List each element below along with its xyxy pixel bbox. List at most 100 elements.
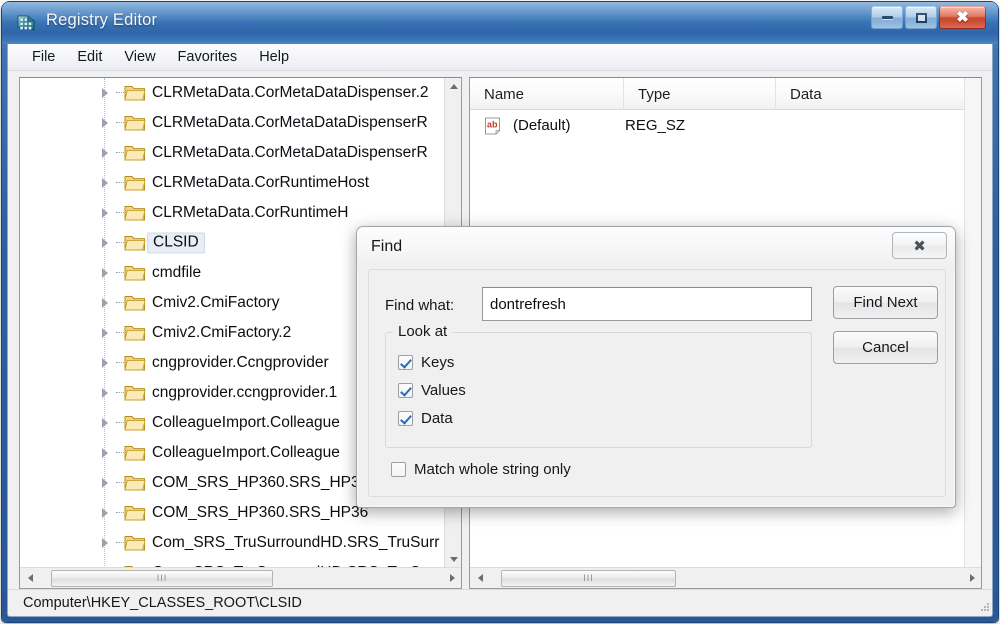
expand-arrow-icon[interactable] bbox=[102, 328, 108, 338]
tree-connector-icon bbox=[116, 452, 124, 453]
scroll-grip-icon: III bbox=[156, 573, 168, 583]
expand-arrow-icon[interactable] bbox=[102, 148, 108, 158]
folder-icon bbox=[124, 233, 146, 252]
expand-arrow-icon[interactable] bbox=[102, 358, 108, 368]
tree-connector-icon bbox=[116, 272, 124, 273]
title-bar[interactable]: Registry Editor ✖ bbox=[2, 2, 998, 44]
table-row[interactable]: ab (Default) REG_SZ bbox=[470, 110, 966, 141]
tree-item-label: CLRMetaData.CorRuntimeHost bbox=[152, 174, 370, 191]
window-title: Registry Editor bbox=[46, 11, 158, 29]
tree-hscroll-track[interactable]: III bbox=[41, 568, 442, 589]
values-column-header: Name Type Data bbox=[470, 78, 981, 110]
expand-arrow-icon[interactable] bbox=[102, 508, 108, 518]
menu-file[interactable]: File bbox=[21, 47, 66, 67]
find-dialog-titlebar[interactable]: Find ✖ bbox=[357, 227, 955, 267]
close-button[interactable]: ✖ bbox=[939, 6, 986, 29]
cancel-button[interactable]: Cancel bbox=[833, 331, 938, 364]
expand-arrow-icon[interactable] bbox=[102, 268, 108, 278]
tree-item-label: CLRMetaData.CorMetaDataDispenserR bbox=[152, 114, 428, 131]
folder-icon bbox=[124, 503, 146, 522]
folder-icon bbox=[124, 533, 146, 552]
tree-scroll-right-button[interactable] bbox=[442, 568, 461, 589]
column-header-data[interactable]: Data bbox=[776, 78, 981, 110]
find-next-label: Find Next bbox=[853, 294, 918, 311]
expand-arrow-icon[interactable] bbox=[102, 418, 108, 428]
tree-hscroll-thumb[interactable]: III bbox=[51, 569, 273, 587]
close-icon: ✖ bbox=[913, 237, 926, 255]
minimize-button[interactable] bbox=[871, 6, 903, 29]
checkbox-match-whole-string[interactable]: Match whole string only bbox=[391, 461, 571, 478]
expand-arrow-icon[interactable] bbox=[102, 118, 108, 128]
tree-scroll-down-button[interactable] bbox=[445, 551, 461, 568]
chevron-up-icon bbox=[449, 84, 458, 89]
menu-help[interactable]: Help bbox=[248, 47, 300, 67]
menu-favorites[interactable]: Favorites bbox=[167, 47, 249, 67]
tree-item[interactable]: Com_SRS_TruSurroundHD.SRS_TruSurr bbox=[20, 528, 446, 558]
tree-item-label: Com_SRS_TruSurroundHD.SRS_TruSurr bbox=[152, 534, 440, 551]
checkbox-match-whole-string-box[interactable] bbox=[391, 462, 406, 477]
resize-grip-icon[interactable] bbox=[978, 601, 990, 613]
find-what-value: dontrefresh bbox=[490, 295, 566, 313]
tree-item-label: ColleagueImport.Colleague bbox=[152, 444, 340, 461]
look-at-legend: Look at bbox=[393, 323, 453, 340]
expand-arrow-icon[interactable] bbox=[102, 208, 108, 218]
checkbox-keys-box[interactable] bbox=[398, 355, 413, 370]
find-dialog-body: Find what: dontrefresh Find Next Cancel … bbox=[368, 269, 946, 497]
checkbox-data[interactable]: Data bbox=[398, 410, 453, 427]
scroll-grip-icon: III bbox=[583, 573, 594, 583]
expand-arrow-icon[interactable] bbox=[102, 388, 108, 398]
checkbox-values-box[interactable] bbox=[398, 383, 413, 398]
find-what-input[interactable]: dontrefresh bbox=[482, 287, 812, 321]
expand-arrow-icon[interactable] bbox=[102, 478, 108, 488]
expand-arrow-icon[interactable] bbox=[102, 238, 108, 248]
expand-arrow-icon[interactable] bbox=[102, 178, 108, 188]
folder-icon bbox=[124, 83, 146, 102]
tree-scroll-left-button[interactable] bbox=[20, 568, 41, 589]
chevron-down-icon bbox=[449, 557, 458, 562]
checkbox-match-whole-string-label: Match whole string only bbox=[414, 461, 571, 478]
tree-scroll-up-button[interactable] bbox=[445, 78, 461, 95]
tree-item[interactable]: CLRMetaData.CorMetaDataDispenserR bbox=[20, 138, 446, 168]
expand-arrow-icon[interactable] bbox=[102, 298, 108, 308]
values-hscroll-track[interactable]: III bbox=[491, 568, 962, 589]
tree-item-label: CLSID bbox=[147, 232, 205, 254]
find-dialog-title: Find bbox=[371, 238, 403, 255]
folder-icon bbox=[124, 323, 146, 342]
folder-icon bbox=[124, 203, 146, 222]
checkbox-keys[interactable]: Keys bbox=[398, 354, 454, 371]
tree-horizontal-scrollbar[interactable]: III bbox=[20, 567, 461, 589]
tree-item-label: cngprovider.Ccngprovider bbox=[152, 354, 329, 371]
menu-edit[interactable]: Edit bbox=[66, 47, 113, 67]
checkbox-values[interactable]: Values bbox=[398, 382, 466, 399]
folder-icon bbox=[124, 443, 146, 462]
chevron-right-icon bbox=[450, 574, 455, 582]
find-next-button[interactable]: Find Next bbox=[833, 286, 938, 319]
column-header-type[interactable]: Type bbox=[624, 78, 776, 110]
expand-arrow-icon[interactable] bbox=[102, 88, 108, 98]
tree-item[interactable]: CLRMetaData.CorRuntimeHost bbox=[20, 168, 446, 198]
client-area: File Edit View Favorites Help CLRMetaDat… bbox=[7, 44, 993, 617]
values-vertical-scrollbar[interactable] bbox=[964, 78, 981, 568]
tree-item[interactable]: CLRMetaData.CorRuntimeH bbox=[20, 198, 446, 228]
values-horizontal-scrollbar[interactable]: III bbox=[470, 567, 981, 589]
values-scroll-left-button[interactable] bbox=[470, 568, 491, 589]
find-dialog-close-button[interactable]: ✖ bbox=[892, 232, 947, 259]
values-scroll-right-button[interactable] bbox=[962, 568, 981, 589]
column-header-name[interactable]: Name bbox=[470, 78, 624, 110]
tree-item[interactable]: CLRMetaData.CorMetaDataDispenser.2 bbox=[20, 78, 446, 108]
find-dialog[interactable]: Find ✖ Find what: dontrefresh Find Next … bbox=[356, 226, 956, 508]
tree-connector-icon bbox=[116, 92, 124, 93]
tree-connector-icon bbox=[116, 152, 124, 153]
values-hscroll-thumb[interactable]: III bbox=[501, 569, 676, 587]
tree-item-label: cngprovider.ccngprovider.1 bbox=[152, 384, 338, 401]
checkbox-data-box[interactable] bbox=[398, 411, 413, 426]
tree-connector-icon bbox=[116, 182, 124, 183]
expand-arrow-icon[interactable] bbox=[102, 448, 108, 458]
menu-view[interactable]: View bbox=[113, 47, 166, 67]
tree-connector-icon bbox=[116, 212, 124, 213]
tree-item-label: COM_SRS_HP360.SRS_HP36 bbox=[152, 504, 369, 521]
tree-item[interactable]: CLRMetaData.CorMetaDataDispenserR bbox=[20, 108, 446, 138]
expand-arrow-icon[interactable] bbox=[102, 538, 108, 548]
chevron-left-icon bbox=[478, 574, 483, 582]
maximize-button[interactable] bbox=[905, 6, 937, 29]
